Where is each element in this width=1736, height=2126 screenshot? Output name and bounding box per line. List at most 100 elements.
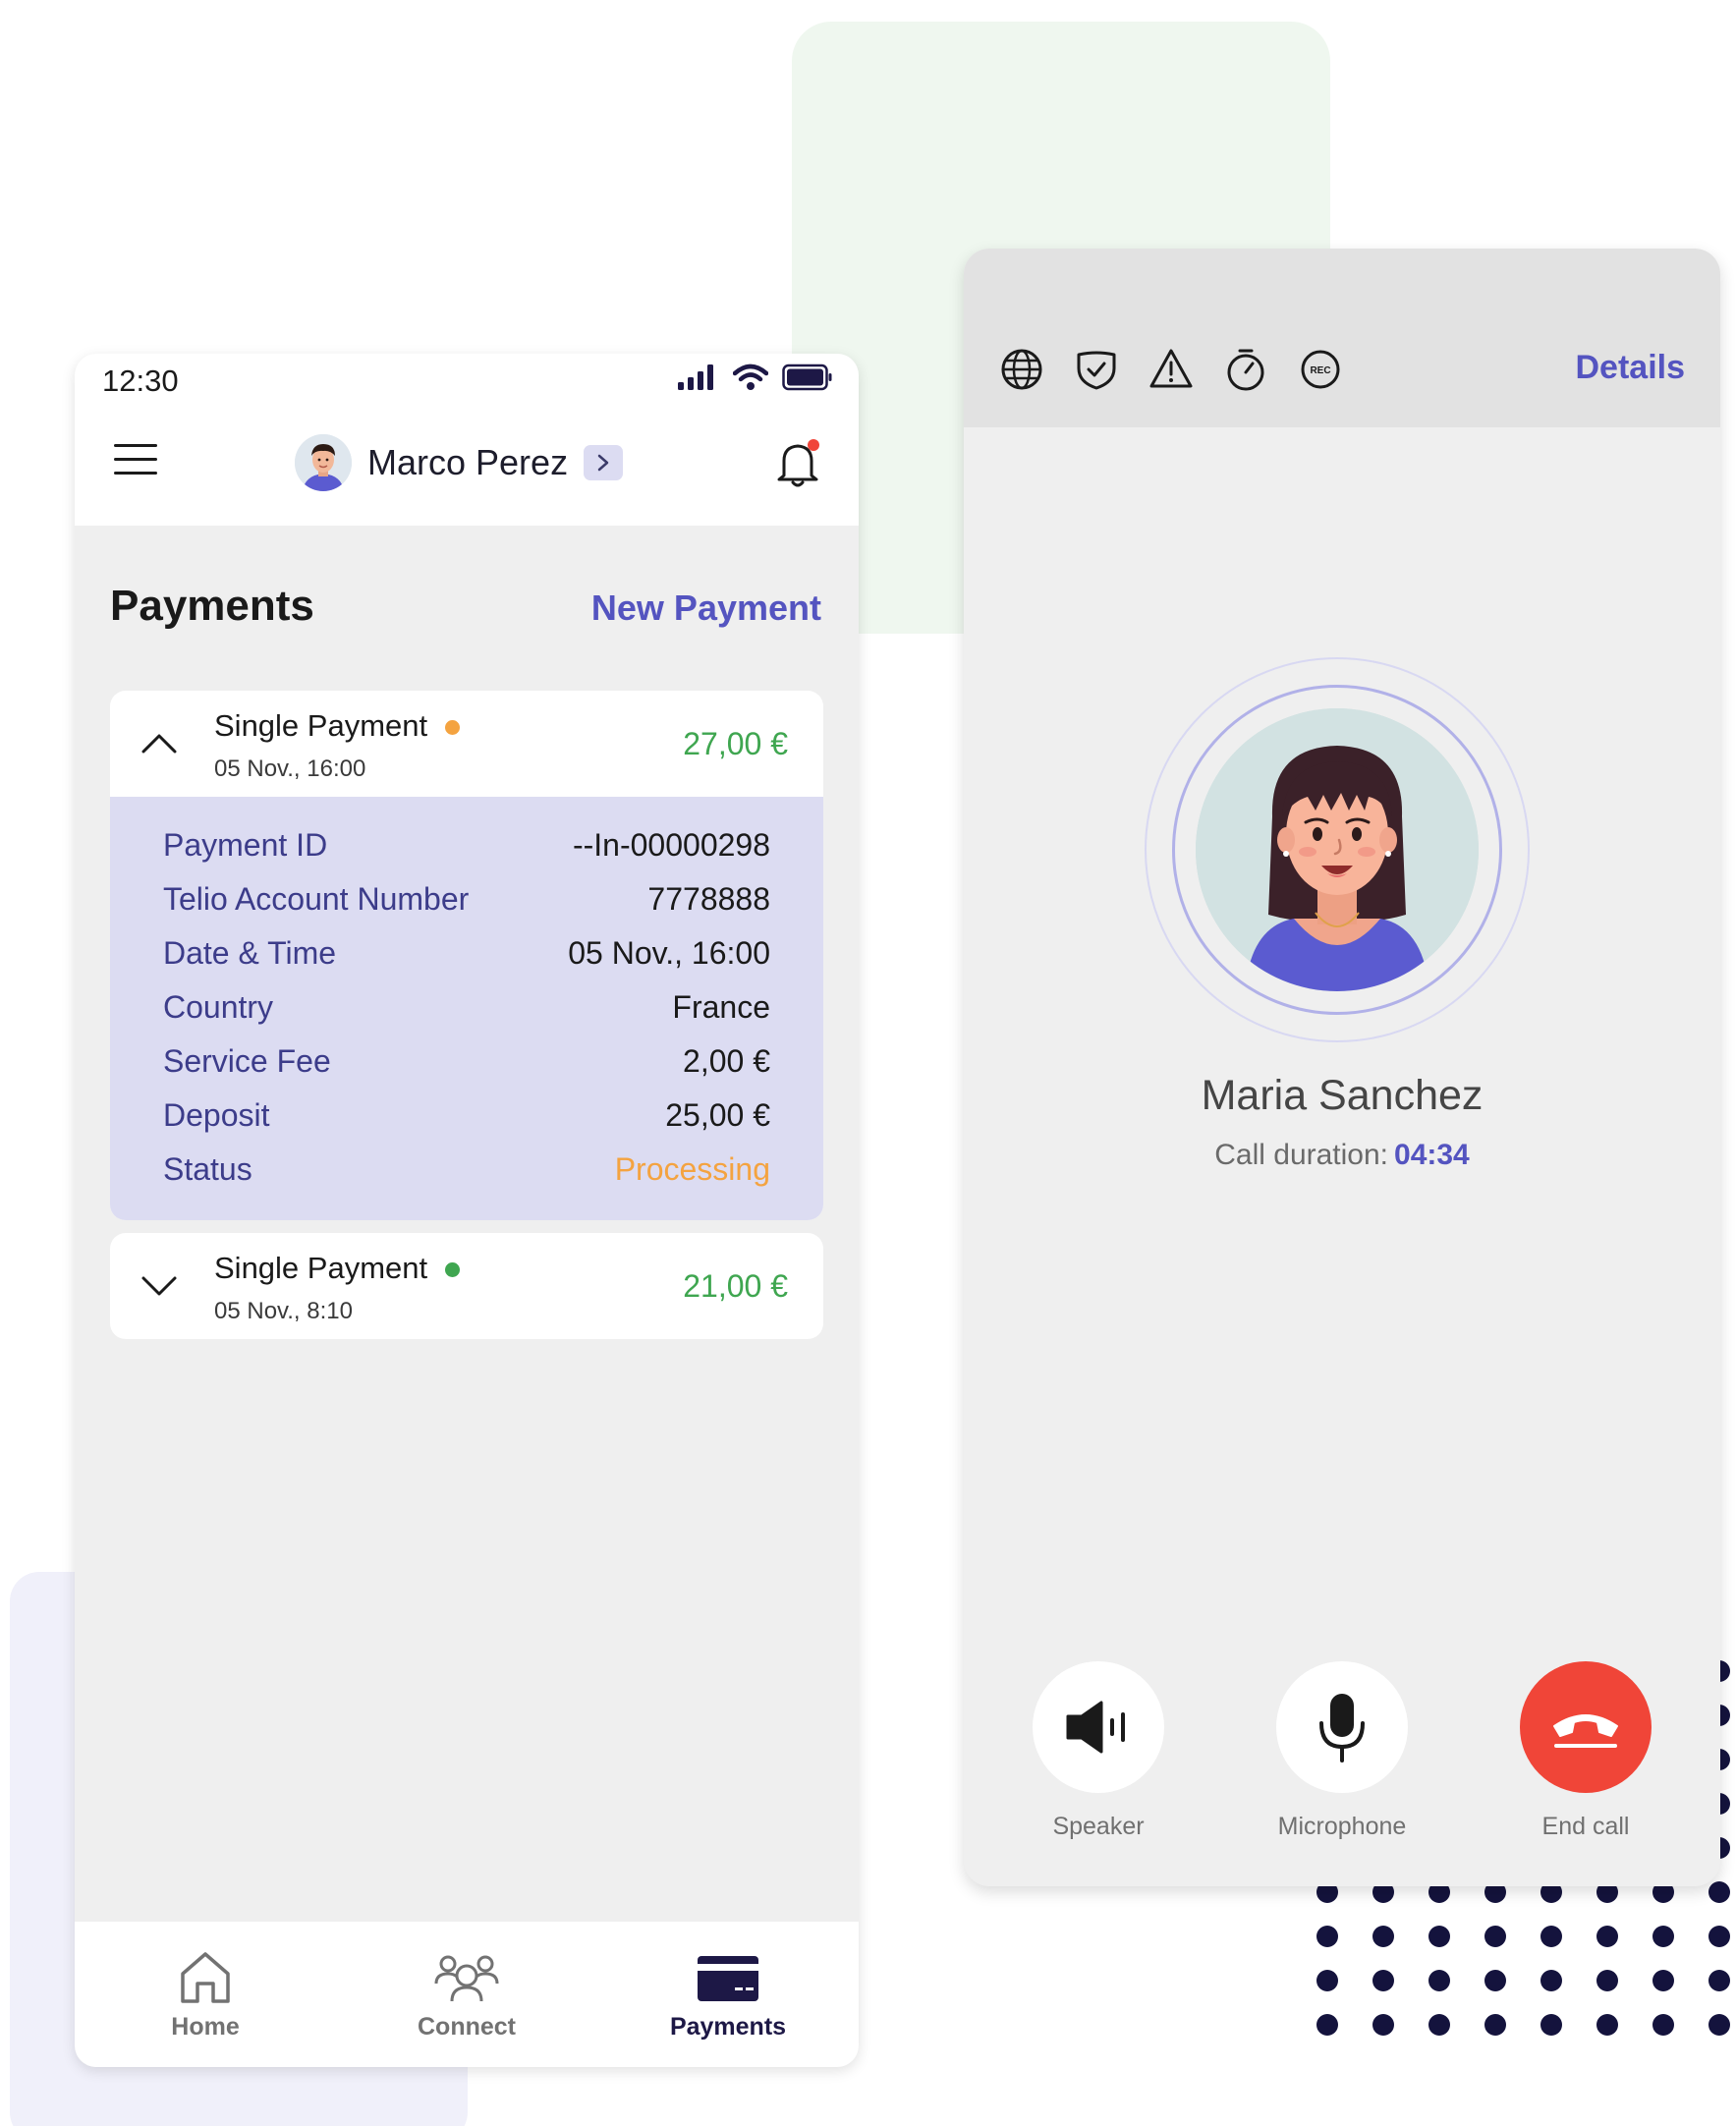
payment-card-header[interactable]: Single Payment 05 Nov., 16:00 27,00 €	[110, 691, 823, 797]
decorative-dot	[1316, 1926, 1338, 1947]
decorative-dot	[1428, 2014, 1450, 2036]
microphone-label: Microphone	[1277, 1813, 1407, 1840]
rec-icon[interactable]: REC	[1298, 347, 1343, 392]
tab-label: Home	[171, 2012, 240, 2041]
detail-label: Payment ID	[163, 827, 328, 863]
detail-label: Date & Time	[163, 935, 337, 971]
microphone-button[interactable]	[1276, 1661, 1408, 1793]
detail-label: Deposit	[163, 1097, 270, 1133]
microphone-control: Microphone	[1254, 1661, 1430, 1841]
end-call-control: End call	[1497, 1661, 1674, 1841]
avatar	[295, 434, 352, 491]
home-icon	[181, 1951, 230, 2003]
chevron-down-icon[interactable]	[140, 1270, 179, 1300]
status-dot	[445, 720, 461, 736]
card-icon	[698, 1955, 758, 2001]
decorative-dot	[1596, 1926, 1618, 1947]
chevron-up-icon[interactable]	[140, 728, 179, 757]
payment-title: Single Payment	[214, 1251, 461, 1286]
decorative-dot	[1708, 1881, 1730, 1903]
payment-card-header[interactable]: Single Payment 05 Nov., 8:10 21,00 €	[110, 1233, 823, 1339]
payments-phone-screen: 12:30 Marco Perez Payments New Payment S…	[75, 354, 859, 2067]
detail-row-country: Country France	[163, 980, 770, 1035]
decorative-dot	[1708, 2014, 1730, 2036]
detail-value: 25,00 €	[665, 1097, 770, 1133]
microphone-icon	[1319, 1694, 1365, 1762]
details-link[interactable]: Details	[1576, 349, 1686, 387]
decorative-dot	[1484, 1970, 1506, 1991]
callee-name: Maria Sanchez	[1201, 1072, 1484, 1119]
detail-label: Country	[163, 989, 274, 1025]
notification-bell-icon[interactable]	[774, 438, 823, 489]
detail-value: 2,00 €	[683, 1043, 770, 1079]
payment-card: Single Payment 05 Nov., 8:10 21,00 €	[110, 1233, 823, 1339]
decorative-dot	[1596, 1970, 1618, 1991]
decorative-dot	[1652, 1926, 1674, 1947]
decorative-dot	[1316, 2014, 1338, 2036]
bottom-tab-bar: Home Connect Payments	[75, 1922, 859, 2067]
payment-title: Single Payment	[214, 708, 461, 744]
speaker-control: Speaker	[1010, 1661, 1187, 1841]
payment-details: Payment ID --In-00000298 Telio Account N…	[110, 797, 823, 1220]
payment-amount: 21,00 €	[683, 1268, 788, 1304]
tab-payments[interactable]: Payments	[630, 1948, 826, 2042]
detail-row-deposit: Deposit 25,00 €	[163, 1089, 770, 1143]
decorative-dot	[1596, 2014, 1618, 2036]
detail-label: Status	[163, 1151, 252, 1187]
detail-row-date-time: Date & Time 05 Nov., 16:00	[163, 926, 770, 980]
detail-row-service-fee: Service Fee 2,00 €	[163, 1035, 770, 1089]
rec-label: REC	[1310, 365, 1330, 376]
call-duration-value: 04:34	[1394, 1139, 1470, 1171]
tab-connect[interactable]: Connect	[368, 1948, 565, 2042]
status-time: 12:30	[102, 364, 179, 398]
shield-check-icon[interactable]	[1074, 347, 1119, 392]
speaker-label: Speaker	[1052, 1813, 1145, 1840]
end-call-button[interactable]	[1520, 1661, 1652, 1793]
globe-icon[interactable]	[999, 347, 1044, 392]
detail-row-account-number: Telio Account Number 7778888	[163, 872, 770, 926]
payment-card: Single Payment 05 Nov., 16:00 27,00 € Pa…	[110, 691, 823, 1220]
speaker-button[interactable]	[1033, 1661, 1164, 1793]
callee-avatar	[1196, 708, 1479, 991]
detail-value: --In-00000298	[572, 827, 770, 863]
phone-header: 12:30 Marco Perez	[75, 354, 859, 526]
user-profile-chip[interactable]: Marco Perez	[295, 434, 624, 491]
call-toolbar-icons: REC	[999, 347, 1343, 392]
status-dot	[445, 1262, 461, 1278]
page-title: Payments	[110, 582, 314, 630]
detail-label: Telio Account Number	[163, 881, 470, 917]
detail-label: Service Fee	[163, 1043, 331, 1079]
chevron-right-icon[interactable]	[584, 445, 624, 480]
status-value: Processing	[614, 1151, 770, 1187]
wifi-icon	[733, 364, 768, 390]
detail-row-payment-id: Payment ID --In-00000298	[163, 818, 770, 872]
phone-hangup-icon	[1553, 1714, 1618, 1748]
warning-icon[interactable]	[1148, 347, 1194, 392]
decorative-dot	[1372, 2014, 1394, 2036]
decorative-dot	[1484, 1926, 1506, 1947]
hamburger-menu-icon[interactable]	[114, 444, 157, 477]
signal-icon	[678, 364, 713, 390]
tab-label: Payments	[669, 2012, 787, 2041]
detail-value: 7778888	[647, 881, 770, 917]
status-icons	[678, 364, 833, 391]
decorative-dot	[1708, 1970, 1730, 1991]
decorative-dot	[1428, 1926, 1450, 1947]
decorative-dot	[1372, 1970, 1394, 1991]
payment-date: 05 Nov., 16:00	[214, 755, 366, 782]
tab-home[interactable]: Home	[107, 1948, 304, 2042]
end-call-label: End call	[1541, 1813, 1630, 1840]
call-screen: REC Details Maria Sanchez Call duration:…	[964, 249, 1720, 1886]
decorative-dot	[1708, 1926, 1730, 1947]
decorative-dot	[1372, 1926, 1394, 1947]
timer-icon[interactable]	[1223, 347, 1268, 392]
payment-date: 05 Nov., 8:10	[214, 1298, 353, 1324]
payment-amount: 27,00 €	[683, 726, 788, 761]
detail-value: France	[672, 989, 770, 1025]
tab-label: Connect	[418, 2012, 516, 2041]
call-toolbar: REC Details	[964, 249, 1720, 427]
people-icon	[434, 1955, 499, 2001]
detail-row-status: Status Processing	[163, 1143, 770, 1197]
decorative-dot	[1316, 1970, 1338, 1991]
new-payment-link[interactable]: New Payment	[591, 587, 821, 629]
